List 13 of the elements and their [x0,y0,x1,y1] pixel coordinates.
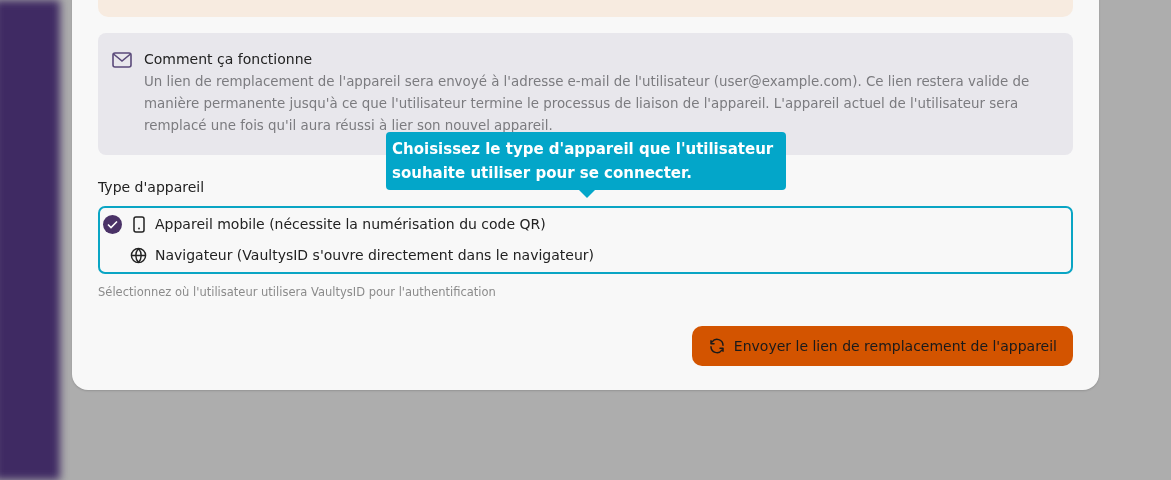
tooltip-arrow [579,190,595,198]
help-text: Sélectionnez où l'utilisateur utilisera VaultysID pour l'authentification [98,284,496,301]
check-icon[interactable] [103,215,122,234]
globe-icon [130,247,147,264]
info-title: Comment ça fonctionne [144,50,314,68]
send-link-button[interactable]: Envoyer le lien de remplacement de l'appareil [691,326,1073,367]
refresh-icon [707,337,726,356]
option-label[interactable]: Navigateur (VaultysID s'ouvre directement dans le navigateur) [155,245,594,266]
field-label: Type d'appareil [98,178,205,197]
phone-icon [132,216,145,233]
info-text: Un lien de remplacement de l'appareil sera envoyé à l'adresse e-mail de l'utilisateur (user@example.com). Ce lien restera valide de manière permanente jusqu'à ce que l'utilisateur termine le processus de liaison de l'appareil. L'appareil actuel de l'utilisateur sera remplacé une fois qu'il aura réussi à lier son nouvel appareil. [144,73,1031,135]
mail-icon [112,52,132,68]
option-label[interactable]: Appareil mobile (nécessite la numérisation du code QR) [155,214,546,235]
